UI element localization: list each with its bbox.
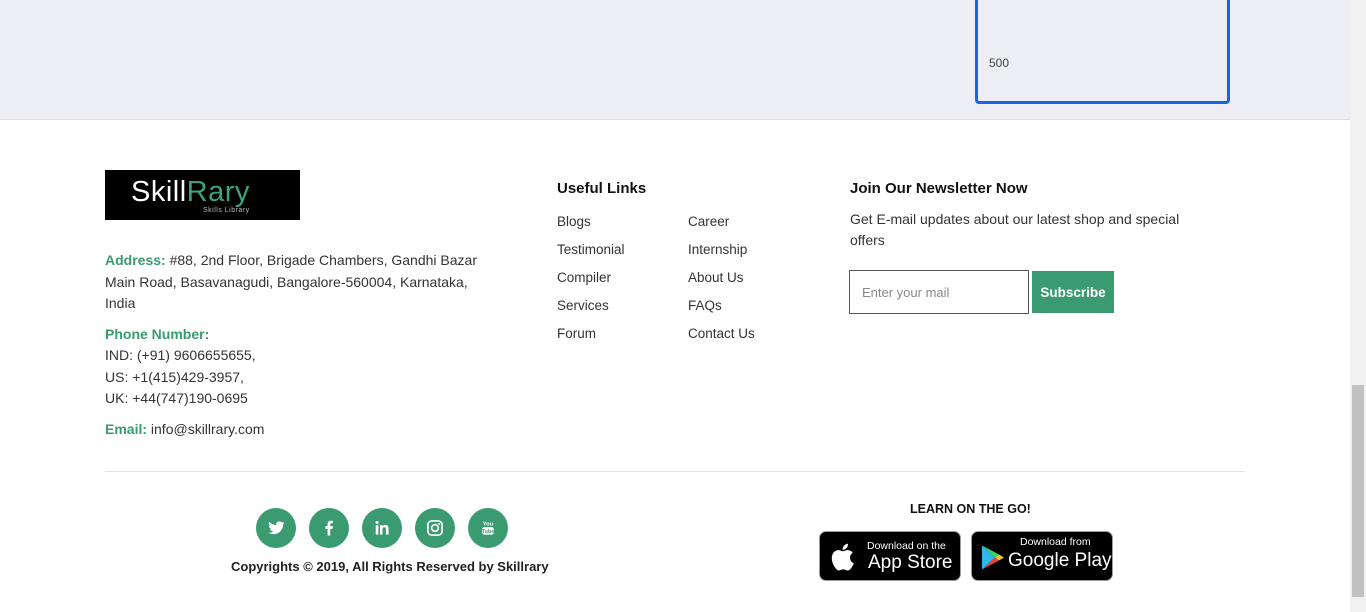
- skillrary-logo[interactable]: SkillRary Skills Library: [105, 170, 300, 220]
- newsletter-email-input[interactable]: [849, 270, 1029, 314]
- useful-links-column-2: Career Internship About Us FAQs Contact …: [688, 214, 755, 354]
- google-play-small-text: Download from: [1020, 536, 1091, 548]
- useful-links-title: Useful Links: [557, 180, 647, 197]
- google-play-icon: [982, 545, 1004, 570]
- link-blogs[interactable]: Blogs: [557, 214, 625, 242]
- site-footer: SkillRary Skills Library Address: #88, 2…: [0, 121, 1350, 612]
- logo-tagline: Skills Library: [203, 207, 250, 214]
- apple-icon: [831, 543, 854, 571]
- price-value: 500: [989, 56, 1010, 70]
- youtube-icon: YouTube: [482, 522, 495, 536]
- vertical-scrollbar[interactable]: [1350, 0, 1366, 612]
- contact-info: Address: #88, 2nd Floor, Brigade Chamber…: [105, 250, 480, 449]
- link-about-us[interactable]: About Us: [688, 270, 755, 298]
- subscribe-button[interactable]: Subscribe: [1032, 271, 1114, 313]
- facebook-icon: [325, 520, 333, 536]
- phone-block: Phone Number: IND: (+91) 9606655655, US:…: [105, 324, 480, 410]
- link-contact-us[interactable]: Contact Us: [688, 326, 755, 354]
- link-compiler[interactable]: Compiler: [557, 270, 625, 298]
- app-store-badge[interactable]: Download on the App Store: [819, 531, 961, 581]
- google-play-big-text: Google Play: [1008, 550, 1112, 571]
- copyright-text: Copyrights © 2019, All Rights Reserved b…: [231, 559, 549, 574]
- learn-on-the-go-heading: LEARN ON THE GO!: [910, 502, 1031, 516]
- useful-links-column-1: Blogs Testimonial Compiler Services Foru…: [557, 214, 625, 354]
- email-label: Email:: [105, 420, 148, 437]
- facebook-link[interactable]: [309, 508, 349, 548]
- logo-wordmark: SkillRary: [131, 176, 250, 208]
- phone-india: IND: (+91) 9606655655,: [105, 347, 256, 363]
- link-career[interactable]: Career: [688, 214, 755, 242]
- instagram-link[interactable]: [415, 508, 455, 548]
- phone-label: Phone Number:: [105, 325, 210, 342]
- newsletter-title: Join Our Newsletter Now: [850, 180, 1028, 197]
- price-card[interactable]: 500: [975, 0, 1230, 104]
- google-play-badge[interactable]: Download from Google Play: [971, 531, 1113, 581]
- phone-us: US: +1(415)429-3957,: [105, 368, 244, 385]
- address-label: Address:: [105, 252, 166, 268]
- link-testimonial[interactable]: Testimonial: [557, 242, 625, 270]
- linkedin-icon: [375, 520, 389, 535]
- scrollbar-thumb[interactable]: [1352, 385, 1364, 597]
- link-forum[interactable]: Forum: [557, 326, 625, 354]
- address-block: Address: #88, 2nd Floor, Brigade Chamber…: [105, 250, 480, 315]
- svg-text:Tube: Tube: [482, 529, 495, 535]
- link-faqs[interactable]: FAQs: [688, 298, 755, 326]
- email-block: Email: info@skillrary.com: [105, 419, 480, 441]
- linkedin-link[interactable]: [362, 508, 402, 548]
- phone-uk: UK: +44(747)190-0695: [105, 390, 248, 406]
- email-value[interactable]: info@skillrary.com: [147, 421, 265, 437]
- link-services[interactable]: Services: [557, 298, 625, 326]
- instagram-icon: [427, 520, 443, 536]
- twitter-link[interactable]: [256, 508, 296, 548]
- footer-divider: [105, 471, 1245, 472]
- svg-text:You: You: [483, 522, 494, 528]
- page-content-area: 500: [0, 0, 1350, 120]
- app-store-big-text: App Store: [868, 552, 953, 573]
- youtube-link[interactable]: You Tube: [468, 508, 508, 548]
- twitter-icon: [268, 521, 285, 535]
- newsletter-description: Get E-mail updates about our latest shop…: [850, 211, 1180, 248]
- link-internship[interactable]: Internship: [688, 242, 755, 270]
- app-store-small-text: Download on the: [867, 540, 946, 552]
